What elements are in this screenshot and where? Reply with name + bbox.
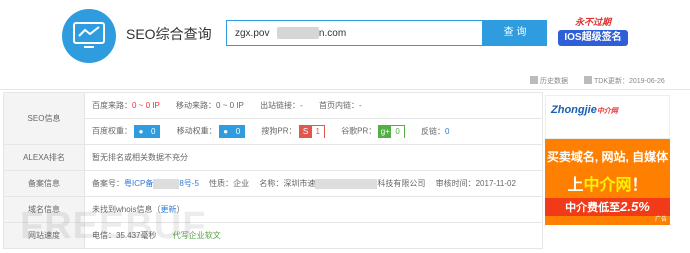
outlinks-value[interactable]: - xyxy=(300,101,303,110)
baidu-source-value[interactable]: 0 ~ 0 IP xyxy=(132,101,160,110)
ad-mark: 广告 xyxy=(654,217,667,223)
icp-date: 2017-11-02 xyxy=(475,179,516,188)
history-icon xyxy=(530,76,538,84)
search-button[interactable]: 查 询 xyxy=(483,20,547,46)
mobile-weight-badge[interactable]: ● 0 xyxy=(218,125,246,138)
redacted-mask xyxy=(277,27,319,39)
icp-cell: 备案号：粤ICP备 8号-5 性质：企业 名称：深圳市速 科技有限公司 审核时间：2… xyxy=(84,170,543,197)
zhongjie-ad-banner[interactable]: Zhongjie中介网 买卖域名, 网站, 自媒体 上中介网！ 中介费低至2.5… xyxy=(545,95,670,225)
alexa-label: ALEXA排名 xyxy=(3,144,85,171)
page-title: SEO综合查询 xyxy=(126,26,212,42)
icp-nature: 企业 xyxy=(233,179,250,188)
home-links-value[interactable]: - xyxy=(359,101,362,110)
refresh-icon xyxy=(584,76,592,84)
watermark: FREEBUF xyxy=(20,205,207,247)
promo-line1: 永不过期 xyxy=(574,17,611,27)
sogou-icon: S xyxy=(299,126,312,137)
seo-query-page: SEO综合查询 查 询 永不过期 IOS超级签名 历史数据 TDK更新：2019… xyxy=(0,0,690,253)
baidu-weight-badge[interactable]: ● 0 xyxy=(134,125,161,138)
icp-label: 备案信息 xyxy=(3,170,85,197)
icp-number-link[interactable]: 粤ICP备 8号-5 xyxy=(124,178,199,189)
redacted-mask xyxy=(153,178,180,189)
ios-promo-banner[interactable]: 永不过期 IOS超级签名 xyxy=(558,14,628,50)
tdk-update-link[interactable]: TDK更新：2019-06-26 xyxy=(584,76,665,86)
paw-icon: ● xyxy=(135,126,147,137)
seo-traffic-cell: 百度来路：0 ~ 0 IP 移动来路：0 ~ 0 IP 出站链接：- 首页内链：… xyxy=(84,92,543,119)
icp-row: 备案信息 备案号：粤ICP备 8号-5 性质：企业 名称：深圳市速 科技有限公司 审… xyxy=(3,170,543,197)
alexa-row: ALEXA排名 暂无排名或相关数据不充分 xyxy=(3,144,543,171)
seo-weight-cell: 百度权重： ● 0 移动权重： ● 0 搜狗PR： S 1 谷歌PR： g+ 0 反链：0 xyxy=(84,118,543,145)
seo-row: SEO信息 百度来路：0 ~ 0 IP 移动来路：0 ~ 0 IP 出站链接：-… xyxy=(3,92,543,145)
history-data-link[interactable]: 历史数据 xyxy=(530,76,568,86)
sogou-pr-badge[interactable]: S1 xyxy=(298,125,325,138)
seo-label: SEO信息 xyxy=(3,92,85,145)
divider xyxy=(0,89,690,90)
mobile-source-value[interactable]: 0 ~ 0 IP xyxy=(216,101,244,110)
alexa-value: 暂无排名或相关数据不充分 xyxy=(84,144,543,171)
ad-brand: Zhongjie中介网 xyxy=(551,104,618,116)
search-box[interactable] xyxy=(226,20,483,46)
domain-search-input[interactable] xyxy=(227,21,482,45)
seo-weight-row: 百度权重： ● 0 移动权重： ● 0 搜狗PR： S 1 谷歌PR： g+ 0 反链：0 xyxy=(4,118,543,145)
ad-line3: 中介费低至2.5% xyxy=(545,198,670,216)
ad-line1: 买卖域名, 网站, 自媒体 xyxy=(546,150,669,164)
google-plus-icon: g+ xyxy=(379,126,392,137)
google-pr-badge[interactable]: g+ 0 xyxy=(378,125,405,138)
logo[interactable] xyxy=(62,9,116,63)
backlinks-value[interactable]: 0 xyxy=(445,127,449,136)
paw-icon: ● xyxy=(219,126,232,137)
redacted-mask xyxy=(315,178,378,189)
monitor-chart-icon xyxy=(73,22,105,48)
ad-line2: 上中介网！ xyxy=(567,177,648,194)
promo-line2: IOS超级签名 xyxy=(558,30,628,46)
icp-name: 深圳市速 科技有限公司 xyxy=(283,178,426,189)
